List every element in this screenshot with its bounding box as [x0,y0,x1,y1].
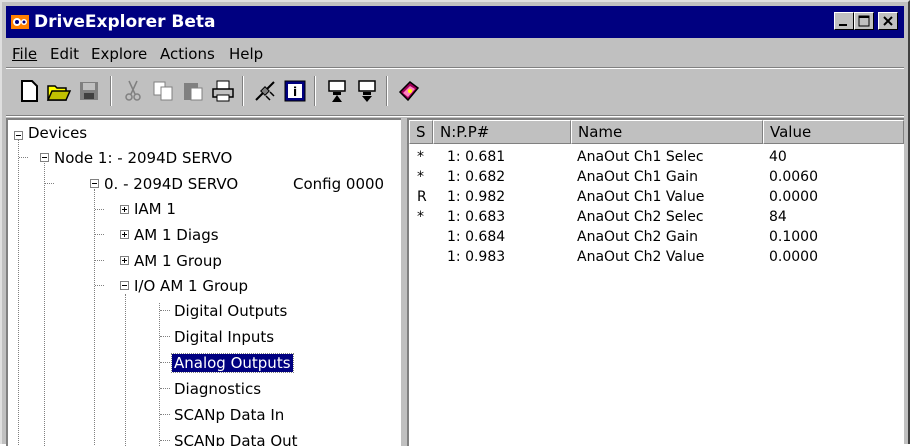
row-name: AnaOut Ch1 Value [577,189,705,205]
row-npp: 1: 0.681 [447,149,506,165]
row-name: AnaOut Ch2 Gain [577,229,699,245]
row-npp: 1: 0.983 [447,249,506,265]
row-status: * [417,149,424,165]
app-window: DriveExplorer Beta File Edit Explore Act… [0,0,910,446]
menu-file[interactable]: File [12,45,37,63]
menu-edit[interactable]: Edit [50,45,79,63]
maximize-button[interactable] [854,12,874,30]
menu-separator [6,67,904,69]
download-icon [358,80,376,102]
close-icon [883,16,893,26]
save-button[interactable] [76,78,102,104]
tree-item-scanp-data-in[interactable]: SCANp Data In [174,406,284,424]
download-button[interactable] [354,78,380,104]
tree-item-node-1[interactable]: Node 1: - 2094D SERVO [54,149,232,167]
collapse-device-icon[interactable] [90,179,99,188]
column-header-s[interactable]: S [409,120,433,144]
menu-explore[interactable]: Explore [91,45,147,63]
row-value: 84 [769,209,787,225]
row-value: 0.0000 [769,189,818,205]
app-logo-icon [11,15,29,29]
tree-item-digital-inputs[interactable]: Digital Inputs [174,328,274,346]
help-button[interactable] [396,78,422,104]
tree-item-analog-outputs[interactable]: Analog Outputs [171,353,294,373]
config-label: Config 0000 [293,175,385,193]
upload-icon [328,80,346,102]
expand-iam-icon[interactable] [120,205,129,214]
tree-item-digital-outputs[interactable]: Digital Outputs [174,302,287,320]
tree-item-devices[interactable]: Devices [28,124,87,142]
help-book-icon [398,81,420,102]
expand-am-diags-icon[interactable] [120,230,129,239]
svg-text:i: i [293,85,297,99]
cut-button[interactable] [120,78,146,104]
menu-help[interactable]: Help [229,45,263,63]
window-title: DriveExplorer Beta [34,12,216,32]
expand-am-group-icon[interactable] [120,256,129,265]
tree-item-iam-1[interactable]: IAM 1 [134,200,176,218]
paste-button[interactable] [180,78,206,104]
cut-icon [125,80,141,101]
tree-item-am-1-group[interactable]: AM 1 Group [134,252,222,270]
menu-actions[interactable]: Actions [160,45,215,63]
minimize-icon [839,24,847,26]
title-bar[interactable]: DriveExplorer Beta [6,6,904,38]
toolbar: i [6,70,904,114]
tree-item-io-am-1-group[interactable]: I/O AM 1 Group [134,277,248,295]
row-value: 0.0000 [769,249,818,265]
row-name: AnaOut Ch1 Gain [577,169,699,185]
row-value: 40 [769,149,787,165]
row-value: 0.1000 [769,229,818,245]
print-button[interactable] [210,78,236,104]
row-status: R [417,189,427,205]
row-name: AnaOut Ch2 Value [577,249,705,265]
paste-icon [184,83,203,101]
connect-icon [255,81,275,101]
row-name: AnaOut Ch1 Selec [577,149,704,165]
column-header-value[interactable]: Value [763,120,904,144]
copy-icon [153,81,173,101]
tree-item-device[interactable]: 0. - 2094D SERVO [104,175,238,193]
close-button[interactable] [878,12,898,30]
collapse-devices-icon[interactable] [14,131,23,140]
copy-button[interactable] [150,78,176,104]
minimize-button[interactable] [834,12,854,30]
row-npp: 1: 0.682 [447,169,506,185]
row-status: * [417,169,424,185]
upload-button[interactable] [324,78,350,104]
row-name: AnaOut Ch2 Selec [577,209,704,225]
tree-item-diagnostics[interactable]: Diagnostics [174,380,261,398]
new-icon [21,80,38,102]
tree-item-am-1-diags[interactable]: AM 1 Diags [134,226,219,244]
print-icon [212,80,234,102]
new-button[interactable] [16,78,42,104]
device-tree[interactable]: Devices Node 1: - 2094D SERVO 0. - 2094D… [6,118,401,446]
row-status: * [417,209,424,225]
parameter-list[interactable]: S N:P.P# Name Value * 1: 0.681 AnaOut Ch… [407,118,904,446]
maximize-icon [858,15,870,27]
menu-bar: File Edit Explore Actions Help [6,39,904,67]
connect-button[interactable] [252,78,278,104]
row-npp: 1: 0.982 [447,189,506,205]
column-header-name[interactable]: Name [571,120,763,144]
column-header-npp[interactable]: N:P.P# [433,120,571,144]
row-value: 0.0060 [769,169,818,185]
collapse-io-group-icon[interactable] [120,281,129,290]
properties-button[interactable]: i [282,78,308,104]
properties-icon: i [284,80,306,102]
collapse-node-icon[interactable] [40,153,49,162]
open-icon [46,85,72,101]
save-icon [80,82,98,100]
open-button[interactable] [46,78,72,104]
row-npp: 1: 0.683 [447,209,506,225]
row-npp: 1: 0.684 [447,229,506,245]
